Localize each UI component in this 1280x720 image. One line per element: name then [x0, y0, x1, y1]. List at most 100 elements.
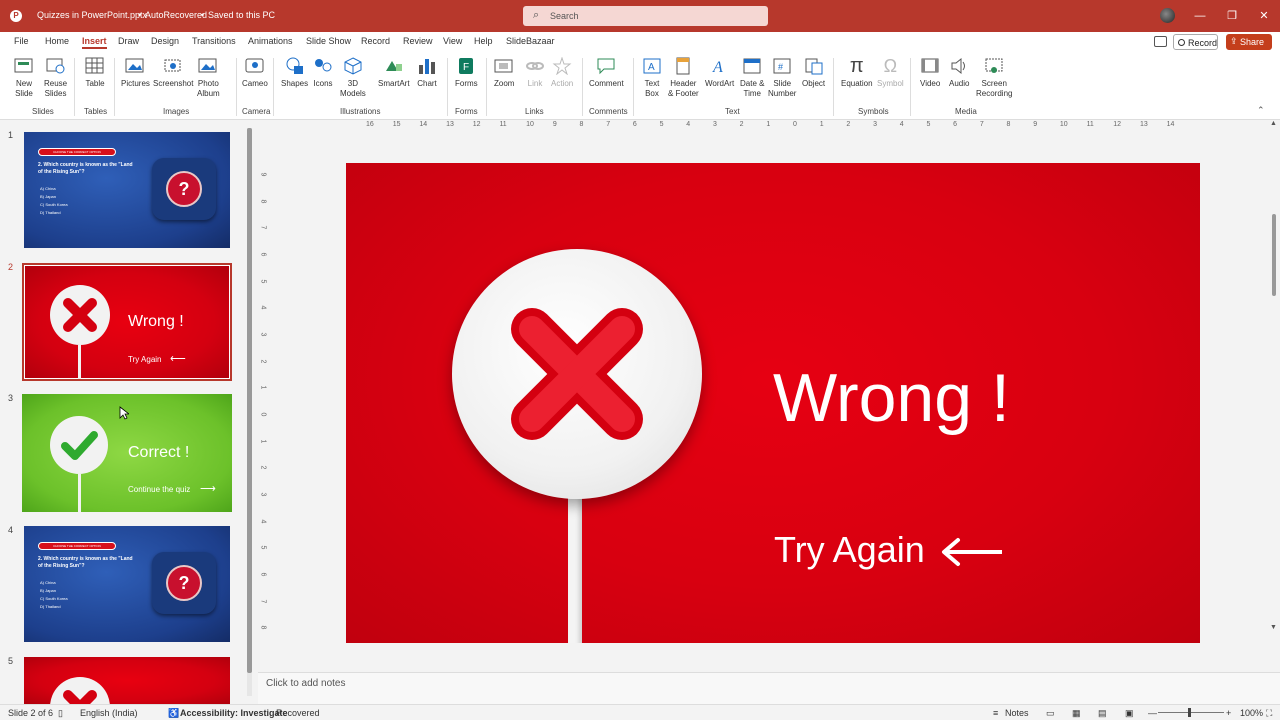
table-button[interactable]: Table: [85, 56, 105, 89]
quiz-option: C) South Korea: [40, 202, 68, 207]
ruler-tick-label: 4: [259, 305, 267, 310]
pi-icon: π: [849, 55, 864, 77]
zoom-button[interactable]: Zoom: [494, 56, 514, 89]
slide-show-icon[interactable]: ▣: [1125, 708, 1134, 719]
symbol-button[interactable]: Ω Symbol: [877, 56, 904, 89]
vertical-scrollbar-thumb[interactable]: [1272, 214, 1276, 296]
search-box[interactable]: ⌕ Search: [523, 6, 768, 26]
equation-button[interactable]: π Equation: [841, 56, 873, 89]
ruler-tick-label: 5: [926, 121, 931, 128]
close-button[interactable]: ✕: [1254, 6, 1274, 26]
current-slide[interactable]: Wrong ! Try Again: [346, 163, 1200, 643]
tab-animations[interactable]: Animations: [248, 36, 293, 46]
quiz-option: D) Thailand: [40, 210, 61, 215]
slide-number-button[interactable]: # Slide Number: [768, 56, 796, 99]
tab-slidebazaar[interactable]: SlideBazaar: [506, 36, 555, 46]
new-slide-button[interactable]: New Slide: [14, 56, 34, 99]
screen-recording-button[interactable]: Screen Recording: [976, 56, 1012, 99]
video-button[interactable]: Video: [920, 56, 940, 89]
text-box-button[interactable]: A Text Box: [642, 56, 662, 99]
shapes-button[interactable]: Shapes: [281, 56, 308, 89]
tab-draw[interactable]: Draw: [118, 36, 139, 46]
zoom-in-icon[interactable]: +: [1226, 708, 1231, 718]
notes-button[interactable]: Notes: [1005, 708, 1029, 718]
tab-record[interactable]: Record: [361, 36, 390, 46]
sign-pole: [78, 474, 81, 512]
fit-to-window-icon[interactable]: ⛶: [1266, 708, 1272, 719]
collapse-ribbon-icon[interactable]: ⌃: [1257, 105, 1265, 116]
thumbnail-scrollbar[interactable]: [247, 128, 252, 696]
forms-button[interactable]: F Forms: [455, 56, 478, 89]
chart-button[interactable]: Chart: [417, 56, 437, 89]
restore-button[interactable]: ❐: [1222, 6, 1242, 26]
wordart-button[interactable]: A WordArt: [705, 56, 734, 89]
normal-view-icon[interactable]: ▭: [1046, 708, 1055, 719]
screenshot-button[interactable]: Screenshot: [153, 56, 193, 89]
tab-home[interactable]: Home: [45, 36, 69, 46]
language-indicator[interactable]: English (India): [80, 708, 138, 718]
omega-icon: Ω: [883, 56, 898, 76]
tab-file[interactable]: File: [14, 36, 29, 46]
zoom-slider-thumb[interactable]: [1188, 708, 1191, 717]
date-time-button[interactable]: Date & Time: [740, 56, 764, 99]
icons-icon: [313, 56, 333, 76]
share-button[interactable]: ⇪ Share: [1226, 34, 1272, 50]
icons-button[interactable]: Icons: [313, 56, 333, 89]
photo-album-button[interactable]: Photo Album: [197, 56, 220, 99]
slide-thumbnail-1[interactable]: CHOOSE THE CORRECT OPTION 2. Which count…: [24, 132, 230, 248]
slide-title[interactable]: Wrong !: [773, 359, 1010, 437]
tab-review[interactable]: Review: [403, 36, 433, 46]
comment-label: Comment: [589, 79, 624, 88]
notes-pane[interactable]: Click to add notes: [258, 672, 1280, 704]
scroll-down-icon[interactable]: ▼: [1270, 624, 1277, 631]
vertical-scrollbar[interactable]: ▲ ▼: [1270, 120, 1278, 640]
tab-design[interactable]: Design: [151, 36, 179, 46]
forms-icon: F: [456, 56, 476, 76]
accessibility-status[interactable]: Accessibility: Investigate: [180, 708, 288, 718]
slide-thumbnail-2[interactable]: Wrong ! Try Again ⟵: [22, 263, 232, 381]
user-avatar[interactable]: [1160, 8, 1175, 23]
record-button[interactable]: Record: [1173, 34, 1218, 50]
pictures-button[interactable]: Pictures: [121, 56, 150, 89]
slide-thumbnail-4[interactable]: CHOOSE THE CORRECT OPTION 2. Which count…: [24, 526, 230, 642]
slide-thumbnail-5[interactable]: [24, 657, 230, 704]
tab-help[interactable]: Help: [474, 36, 493, 46]
sign-pole: [568, 493, 582, 643]
powerpoint-logo-icon[interactable]: P: [10, 10, 22, 22]
thumbnail-scrollbar-thumb[interactable]: [247, 128, 252, 673]
group-label-media: Media: [955, 107, 977, 116]
reuse-slides-button[interactable]: Reuse Slides: [44, 56, 67, 99]
object-button[interactable]: Object: [802, 56, 825, 89]
slide-subtitle[interactable]: Try Again: [774, 529, 925, 571]
scroll-up-icon[interactable]: ▲: [1270, 120, 1277, 127]
smartart-button[interactable]: SmartArt: [378, 56, 410, 89]
comments-icon[interactable]: [1154, 36, 1167, 47]
zoom-slider[interactable]: [1158, 708, 1224, 717]
ruler-tick-label: 7: [606, 121, 611, 128]
tab-slide-show[interactable]: Slide Show: [306, 36, 351, 46]
symbol-label: Symbol: [877, 79, 904, 88]
reading-view-icon[interactable]: ▤: [1098, 708, 1107, 719]
zoom-out-icon[interactable]: —: [1148, 708, 1157, 718]
link-button[interactable]: Link: [525, 56, 545, 89]
header-footer-button[interactable]: Header & Footer: [668, 56, 699, 99]
minimize-button[interactable]: —: [1190, 6, 1210, 26]
object-label: Object: [802, 79, 826, 88]
quiz-option: B) Japan: [40, 194, 57, 199]
slide-counter[interactable]: Slide 2 of 6: [8, 708, 53, 718]
zoom-level[interactable]: 100%: [1240, 708, 1263, 718]
slide-sorter-icon[interactable]: ▦: [1072, 708, 1081, 719]
reuse-slides-icon: [46, 56, 66, 76]
audio-button[interactable]: Audio: [949, 56, 969, 89]
spellcheck-icon[interactable]: ▯: [58, 708, 63, 719]
tab-insert[interactable]: Insert: [82, 36, 107, 49]
3d-models-button[interactable]: 3D Models: [340, 56, 366, 99]
action-button[interactable]: Action: [551, 56, 573, 89]
mouse-cursor: [119, 406, 131, 423]
tab-view[interactable]: View: [443, 36, 462, 46]
comment-button[interactable]: Comment: [589, 56, 624, 89]
ruler-tick-label: 4: [686, 121, 691, 128]
cameo-button[interactable]: Cameo: [242, 56, 268, 89]
accessibility-icon: ♿: [168, 708, 180, 718]
tab-transitions[interactable]: Transitions: [192, 36, 236, 46]
